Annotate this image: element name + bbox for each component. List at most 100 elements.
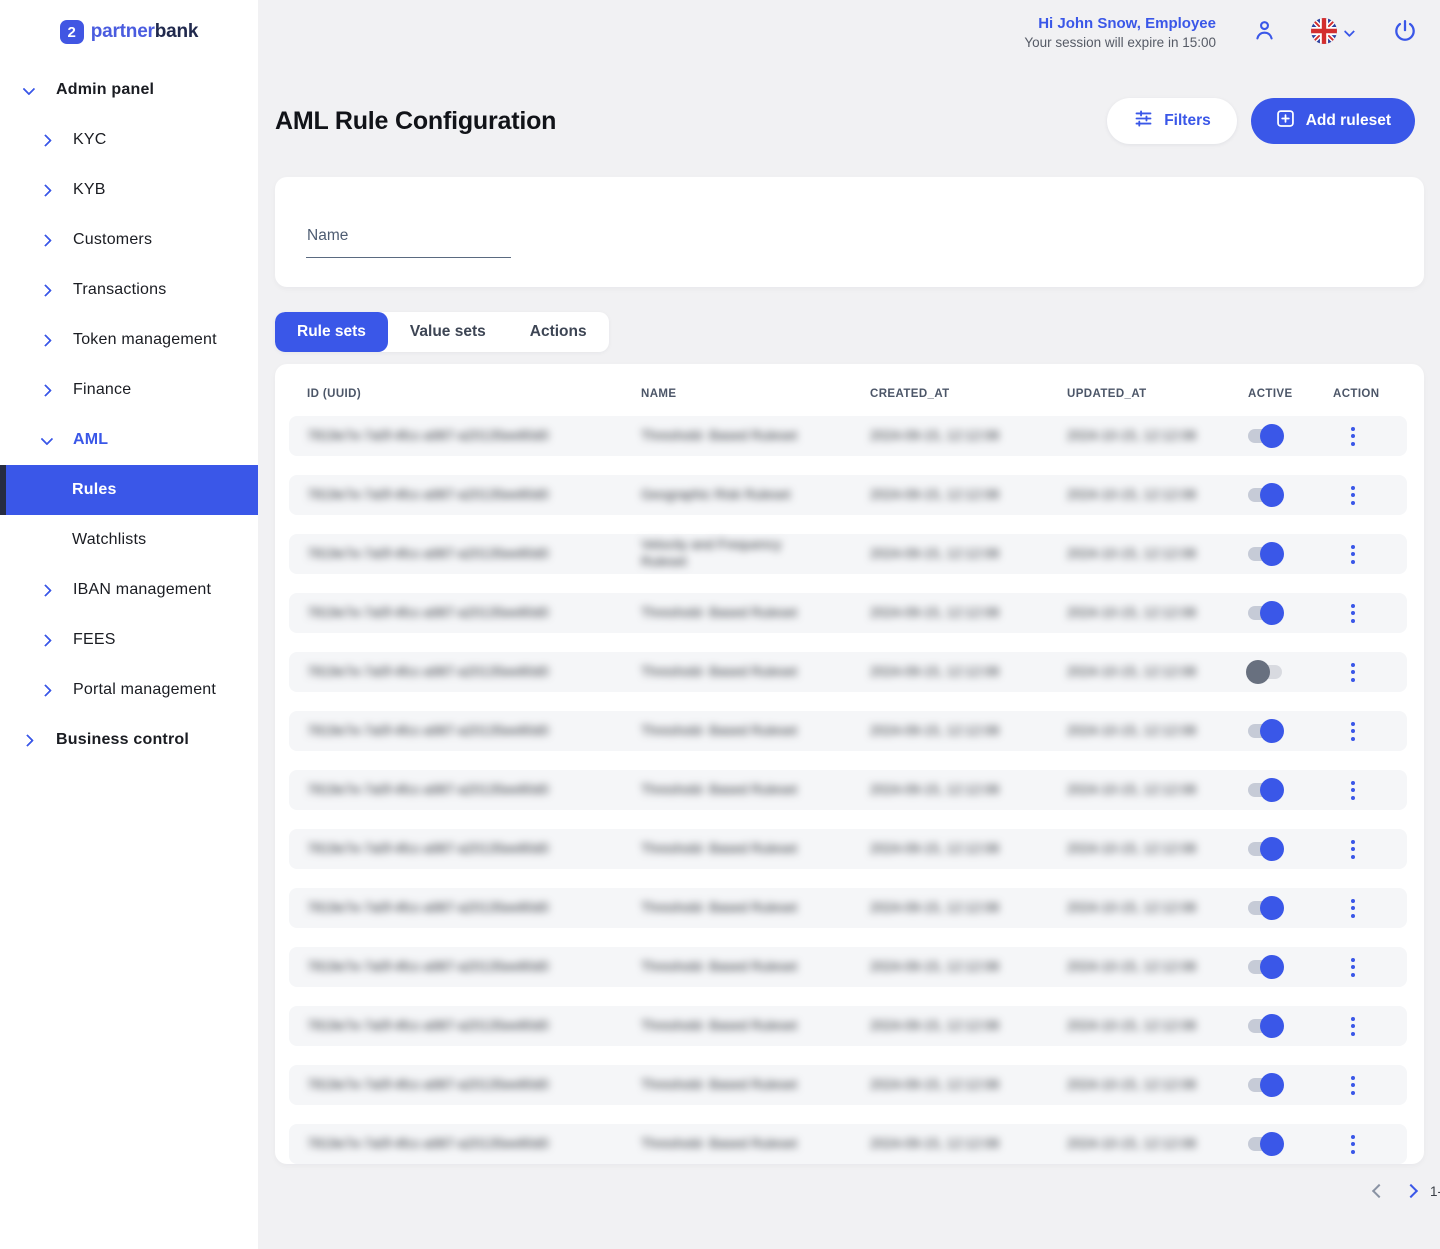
chevron-right-icon — [39, 336, 52, 345]
chevron-right-icon — [39, 586, 52, 595]
tab-rule-sets[interactable]: Rule sets — [275, 312, 388, 352]
ruleset-id: 7819e7e-7a0f-4fcc-a987-a20135ee80d0 — [307, 782, 641, 799]
ruleset-name: Threshold- Based Ruleset — [641, 841, 870, 858]
ruleset-created-at: 2024-09-15, 12:12:08 — [870, 1077, 1067, 1094]
sidebar-item-aml[interactable]: AML — [0, 415, 258, 465]
sidebar-item-finance[interactable]: Finance — [0, 365, 258, 415]
active-toggle[interactable] — [1248, 547, 1282, 561]
active-toggle[interactable] — [1248, 606, 1282, 620]
table-row: 7819e7e-7a0f-4fcc-a987-a20135ee80d0 Velo… — [289, 534, 1407, 574]
ruleset-id: 7819e7e-7a0f-4fcc-a987-a20135ee80d0 — [307, 959, 641, 976]
ruleset-updated-at: 2024-10-15, 12:12:08 — [1067, 664, 1248, 681]
table-header-row: ID (UUID) NAME CREATED_AT UPDATED_AT ACT… — [289, 384, 1407, 404]
filters-button[interactable]: Filters — [1107, 98, 1237, 144]
row-actions-menu-button[interactable] — [1351, 1017, 1355, 1036]
ruleset-id: 7819e7e-7a0f-4fcc-a987-a20135ee80d0 — [307, 1077, 641, 1094]
table-row: 7819e7e-7a0f-4fcc-a987-a20135ee80d0 Geog… — [289, 475, 1407, 515]
table-row: 7819e7e-7a0f-4fcc-a987-a20135ee80d0 Thre… — [289, 1006, 1407, 1046]
sidebar-item-transactions[interactable]: Transactions — [0, 265, 258, 315]
active-toggle[interactable] — [1248, 842, 1282, 856]
brand-logo: 2 partnerbank — [0, 0, 258, 64]
ruleset-id: 7819e7e-7a0f-4fcc-a987-a20135ee80d0 — [307, 841, 641, 858]
tabbar: Rule sets Value sets Actions — [275, 312, 609, 352]
row-actions-menu-button[interactable] — [1351, 427, 1355, 446]
ruleset-created-at: 2024-09-15, 12:12:08 — [870, 664, 1067, 681]
ruleset-id: 7819e7e-7a0f-4fcc-a987-a20135ee80d0 — [307, 487, 641, 504]
active-toggle[interactable] — [1248, 724, 1282, 738]
active-toggle[interactable] — [1248, 429, 1282, 443]
ruleset-id: 7819e7e-7a0f-4fcc-a987-a20135ee80d0 — [307, 605, 641, 622]
ruleset-id: 7819e7e-7a0f-4fcc-a987-a20135ee80d0 — [307, 1018, 641, 1035]
sidebar-item-token-management[interactable]: Token management — [0, 315, 258, 365]
pagination-next-icon[interactable] — [1404, 1184, 1418, 1198]
row-actions-menu-button[interactable] — [1351, 1135, 1355, 1154]
table-row: 7819e7e-7a0f-4fcc-a987-a20135ee80d0 Thre… — [289, 1124, 1407, 1164]
table-row: 7819e7e-7a0f-4fcc-a987-a20135ee80d0 Thre… — [289, 1065, 1407, 1105]
sidebar-item-label: Token management — [73, 331, 217, 349]
toggle-knob — [1260, 778, 1284, 802]
sidebar-item-rules[interactable]: Rules — [0, 465, 258, 515]
sidebar-item-label: KYC — [73, 131, 107, 149]
ruleset-name: Threshold- Based Ruleset — [641, 782, 870, 799]
table-row: 7819e7e-7a0f-4fcc-a987-a20135ee80d0 Thre… — [289, 770, 1407, 810]
ruleset-name: Threshold- Based Ruleset — [641, 428, 870, 445]
sidebar-item-label: Customers — [73, 231, 152, 249]
active-toggle[interactable] — [1248, 901, 1282, 915]
toggle-knob — [1260, 1132, 1284, 1156]
ruleset-name: Velocity and Frequency Ruleset — [641, 537, 870, 571]
tab-actions[interactable]: Actions — [508, 312, 609, 352]
tab-value-sets[interactable]: Value sets — [388, 312, 508, 352]
active-toggle[interactable] — [1248, 1019, 1282, 1033]
row-actions-menu-button[interactable] — [1351, 781, 1355, 800]
ruleset-name: Threshold- Based Ruleset — [641, 1136, 870, 1153]
row-actions-menu-button[interactable] — [1351, 545, 1355, 564]
active-toggle[interactable] — [1248, 960, 1282, 974]
language-selector[interactable] — [1311, 18, 1352, 47]
ruleset-updated-at: 2024-10-15, 12:12:08 — [1067, 782, 1248, 799]
column-header-active: ACTIVE — [1248, 388, 1333, 400]
sidebar-item-business-control[interactable]: Business control — [0, 715, 258, 765]
rulesets-table-card: ID (UUID) NAME CREATED_AT UPDATED_AT ACT… — [275, 364, 1424, 1164]
user-session-info: Hi John Snow, Employee Your session will… — [1024, 15, 1216, 50]
page-actions: Filters Add ruleset — [1107, 98, 1415, 144]
active-toggle[interactable] — [1248, 665, 1282, 679]
name-filter-input[interactable] — [306, 227, 511, 258]
add-ruleset-button[interactable]: Add ruleset — [1251, 98, 1415, 144]
ruleset-updated-at: 2024-10-15, 12:12:08 — [1067, 487, 1248, 504]
ruleset-id: 7819e7e-7a0f-4fcc-a987-a20135ee80d0 — [307, 1136, 641, 1153]
ruleset-created-at: 2024-09-15, 12:12:08 — [870, 1136, 1067, 1153]
sidebar-item-kyc[interactable]: KYC — [0, 115, 258, 165]
main-content: Hi John Snow, Employee Your session will… — [258, 0, 1440, 1249]
sidebar-item-watchlists[interactable]: Watchlists — [0, 515, 258, 565]
sidebar-item-kyb[interactable]: KYB — [0, 165, 258, 215]
row-actions-menu-button[interactable] — [1351, 604, 1355, 623]
sidebar-item-portal-management[interactable]: Portal management — [0, 665, 258, 715]
row-actions-menu-button[interactable] — [1351, 899, 1355, 918]
row-actions-menu-button[interactable] — [1351, 958, 1355, 977]
sidebar-item-fees[interactable]: FEES — [0, 615, 258, 665]
row-actions-menu-button[interactable] — [1351, 486, 1355, 505]
sidebar-item-iban-management[interactable]: IBAN management — [0, 565, 258, 615]
active-toggle[interactable] — [1248, 1078, 1282, 1092]
pagination-prev-icon[interactable] — [1372, 1184, 1386, 1198]
row-actions-menu-button[interactable] — [1351, 1076, 1355, 1095]
chevron-right-icon — [39, 136, 52, 145]
ruleset-updated-at: 2024-10-15, 12:12:08 — [1067, 546, 1248, 563]
active-toggle[interactable] — [1248, 488, 1282, 502]
brand-name: partnerbank — [91, 21, 199, 43]
active-toggle[interactable] — [1248, 1137, 1282, 1151]
ruleset-name: Threshold- Based Ruleset — [641, 664, 870, 681]
ruleset-created-at: 2024-09-15, 12:12:08 — [870, 605, 1067, 622]
row-actions-menu-button[interactable] — [1351, 663, 1355, 682]
row-actions-menu-button[interactable] — [1351, 722, 1355, 741]
logout-button[interactable] — [1392, 18, 1418, 47]
profile-button[interactable] — [1252, 18, 1277, 46]
sidebar-item-customers[interactable]: Customers — [0, 215, 258, 265]
row-actions-menu-button[interactable] — [1351, 840, 1355, 859]
ruleset-created-at: 2024-09-15, 12:12:08 — [870, 428, 1067, 445]
chevron-right-icon — [39, 286, 52, 295]
active-toggle[interactable] — [1248, 783, 1282, 797]
sidebar-item-admin-panel[interactable]: Admin panel — [0, 65, 258, 115]
power-icon — [1392, 18, 1418, 47]
user-icon — [1252, 18, 1277, 46]
